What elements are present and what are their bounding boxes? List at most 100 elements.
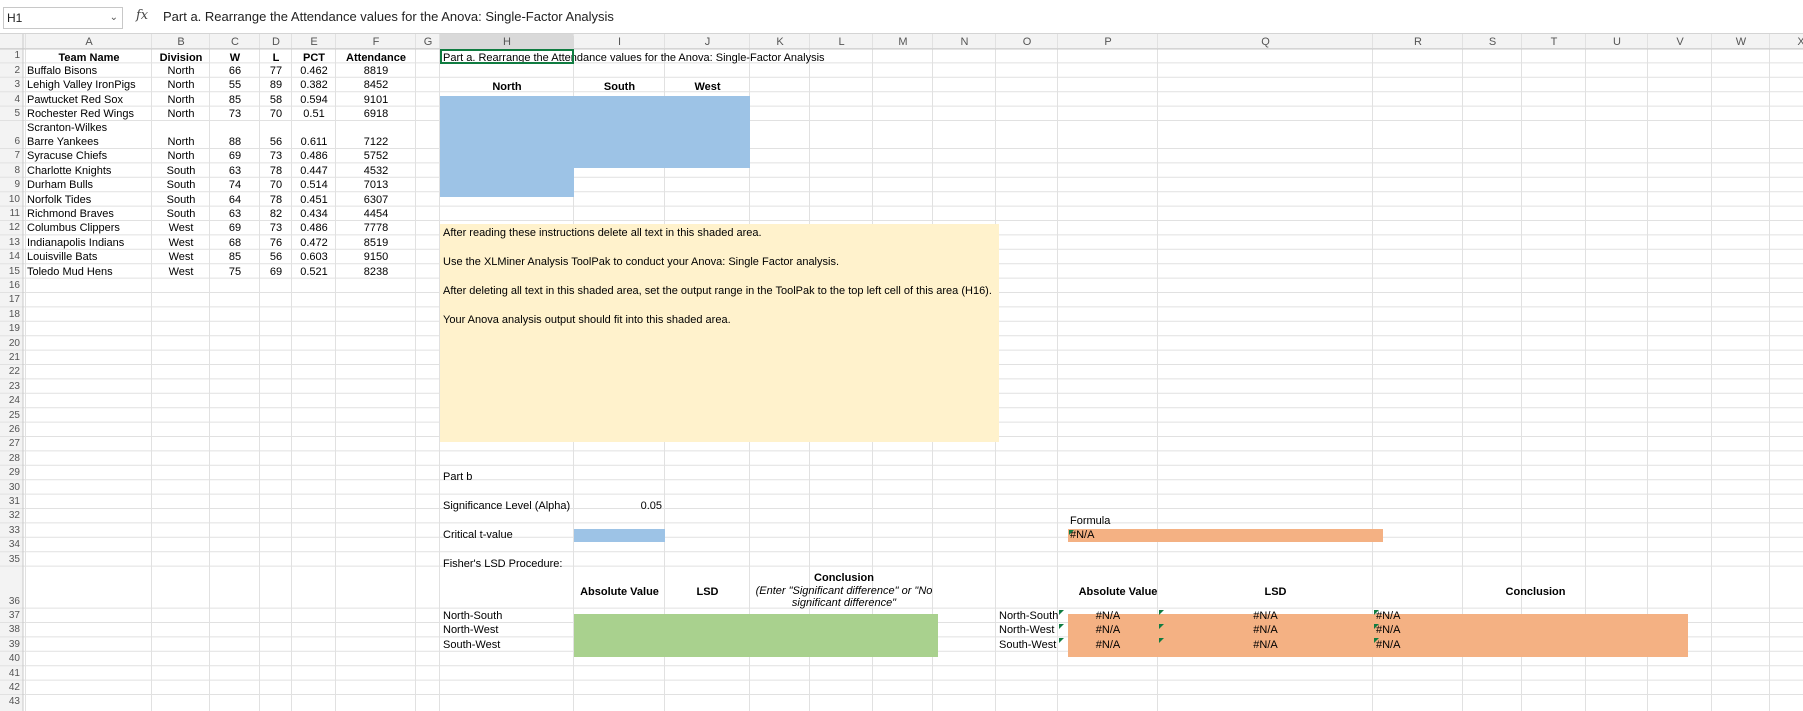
team-w[interactable]: 85	[210, 94, 260, 106]
alpha-label[interactable]: Significance Level (Alpha)	[443, 500, 570, 512]
formula-label[interactable]: Formula	[1070, 515, 1110, 527]
abs-value-header-right[interactable]: Absolute Value	[1068, 586, 1168, 598]
column-header-p[interactable]: P	[1058, 36, 1158, 49]
team-name[interactable]: Rochester Red Wings	[27, 108, 134, 120]
team-w[interactable]: 88	[210, 136, 260, 148]
row-header-43[interactable]: 43	[0, 696, 20, 708]
pair-lsd[interactable]: #N/A	[1158, 610, 1373, 622]
column-header-k[interactable]: K	[750, 36, 810, 49]
team-pct[interactable]: 0.451	[292, 194, 336, 206]
team-pct[interactable]: 0.594	[292, 94, 336, 106]
team-w[interactable]: 69	[210, 150, 260, 162]
group-south[interactable]: South	[574, 81, 665, 93]
team-pct[interactable]: 0.434	[292, 208, 336, 220]
team-att[interactable]: 6307	[336, 194, 416, 206]
team-att[interactable]: 5752	[336, 150, 416, 162]
column-header-m[interactable]: M	[873, 36, 933, 49]
row-header-25[interactable]: 25	[0, 410, 20, 422]
team-att[interactable]: 7013	[336, 179, 416, 191]
team-w[interactable]: 73	[210, 108, 260, 120]
pair-conclusion[interactable]: #N/A	[1376, 610, 1400, 622]
team-division[interactable]: West	[152, 251, 210, 263]
pair-label-right[interactable]: North-West	[999, 624, 1054, 636]
column-header-t[interactable]: T	[1522, 36, 1586, 49]
column-header-g[interactable]: G	[416, 36, 440, 49]
row-header-31[interactable]: 31	[0, 496, 20, 508]
row-header-42[interactable]: 42	[0, 682, 20, 694]
team-name[interactable]: Norfolk Tides	[27, 194, 91, 206]
row-header-26[interactable]: 26	[0, 424, 20, 436]
team-w[interactable]: 74	[210, 179, 260, 191]
column-header-f[interactable]: F	[336, 36, 416, 49]
team-l[interactable]: 56	[260, 136, 292, 148]
team-division[interactable]: South	[152, 179, 210, 191]
pair-conclusion[interactable]: #N/A	[1376, 639, 1400, 651]
row-header-20[interactable]: 20	[0, 338, 20, 350]
row-header-6[interactable]: 6	[0, 136, 20, 148]
error-indicator-icon[interactable]	[1374, 624, 1379, 629]
team-name[interactable]: Charlotte Knights	[27, 165, 111, 177]
team-name[interactable]: Columbus Clippers	[27, 222, 120, 234]
row-header-40[interactable]: 40	[0, 653, 20, 665]
row-header-33[interactable]: 33	[0, 525, 20, 537]
column-header-c[interactable]: C	[210, 36, 260, 49]
error-indicator-icon[interactable]	[1159, 638, 1164, 644]
team-att[interactable]: 4454	[336, 208, 416, 220]
row-header-15[interactable]: 15	[0, 266, 20, 278]
team-att[interactable]: 9150	[336, 251, 416, 263]
lsd-header[interactable]: LSD	[665, 586, 750, 598]
row-header-35[interactable]: 35	[0, 554, 20, 566]
team-division[interactable]: North	[152, 94, 210, 106]
team-division[interactable]: West	[152, 222, 210, 234]
team-att[interactable]: 8819	[336, 65, 416, 77]
error-indicator-icon[interactable]	[1059, 638, 1064, 644]
team-att[interactable]: 7122	[336, 136, 416, 148]
row-header-14[interactable]: 14	[0, 251, 20, 263]
row-header-10[interactable]: 10	[0, 194, 20, 206]
team-pct[interactable]: 0.486	[292, 222, 336, 234]
row-header-39[interactable]: 39	[0, 639, 20, 651]
row-header-22[interactable]: 22	[0, 366, 20, 378]
conclusion-header-right[interactable]: Conclusion	[1383, 586, 1688, 598]
row-header-5[interactable]: 5	[0, 108, 20, 120]
column-header-q[interactable]: Q	[1158, 36, 1373, 49]
critical-t-label[interactable]: Critical t-value	[443, 529, 513, 541]
part-a-blue-area-h[interactable]	[440, 168, 574, 197]
row-header-21[interactable]: 21	[0, 352, 20, 364]
row-header-3[interactable]: 3	[0, 79, 20, 91]
column-header-j[interactable]: J	[665, 36, 750, 49]
row-header-29[interactable]: 29	[0, 467, 20, 479]
team-division[interactable]: South	[152, 208, 210, 220]
team-l[interactable]: 77	[260, 65, 292, 77]
team-w[interactable]: 85	[210, 251, 260, 263]
row-header-4[interactable]: 4	[0, 94, 20, 106]
team-l[interactable]: 78	[260, 165, 292, 177]
team-w[interactable]: 68	[210, 237, 260, 249]
team-w[interactable]: 63	[210, 165, 260, 177]
error-indicator-icon[interactable]	[1059, 624, 1064, 629]
pair-lsd[interactable]: #N/A	[1158, 639, 1373, 651]
team-w[interactable]: 69	[210, 222, 260, 234]
team-division[interactable]: North	[152, 108, 210, 120]
fx-icon[interactable]: fx	[136, 8, 148, 23]
row-header-28[interactable]: 28	[0, 453, 20, 465]
row-header-13[interactable]: 13	[0, 237, 20, 249]
row-header-2[interactable]: 2	[0, 65, 20, 77]
lsd-input-area[interactable]	[574, 614, 938, 657]
team-w[interactable]: 55	[210, 79, 260, 91]
team-w[interactable]: 63	[210, 208, 260, 220]
team-pct[interactable]: 0.51	[292, 108, 336, 120]
team-l[interactable]: 70	[260, 108, 292, 120]
column-header-h[interactable]: H	[440, 36, 574, 49]
team-pct[interactable]: 0.447	[292, 165, 336, 177]
team-att[interactable]: 8519	[336, 237, 416, 249]
error-indicator-icon[interactable]	[1374, 638, 1379, 644]
critical-t-formula-cell[interactable]	[1068, 529, 1383, 542]
team-l[interactable]: 78	[260, 194, 292, 206]
pair-conclusion[interactable]: #N/A	[1376, 624, 1400, 636]
row-header-37[interactable]: 37	[0, 610, 20, 622]
team-pct[interactable]: 0.462	[292, 65, 336, 77]
error-indicator-icon[interactable]	[1159, 609, 1164, 615]
header-l[interactable]: L	[260, 52, 292, 64]
row-header-1[interactable]: 1	[0, 50, 20, 62]
